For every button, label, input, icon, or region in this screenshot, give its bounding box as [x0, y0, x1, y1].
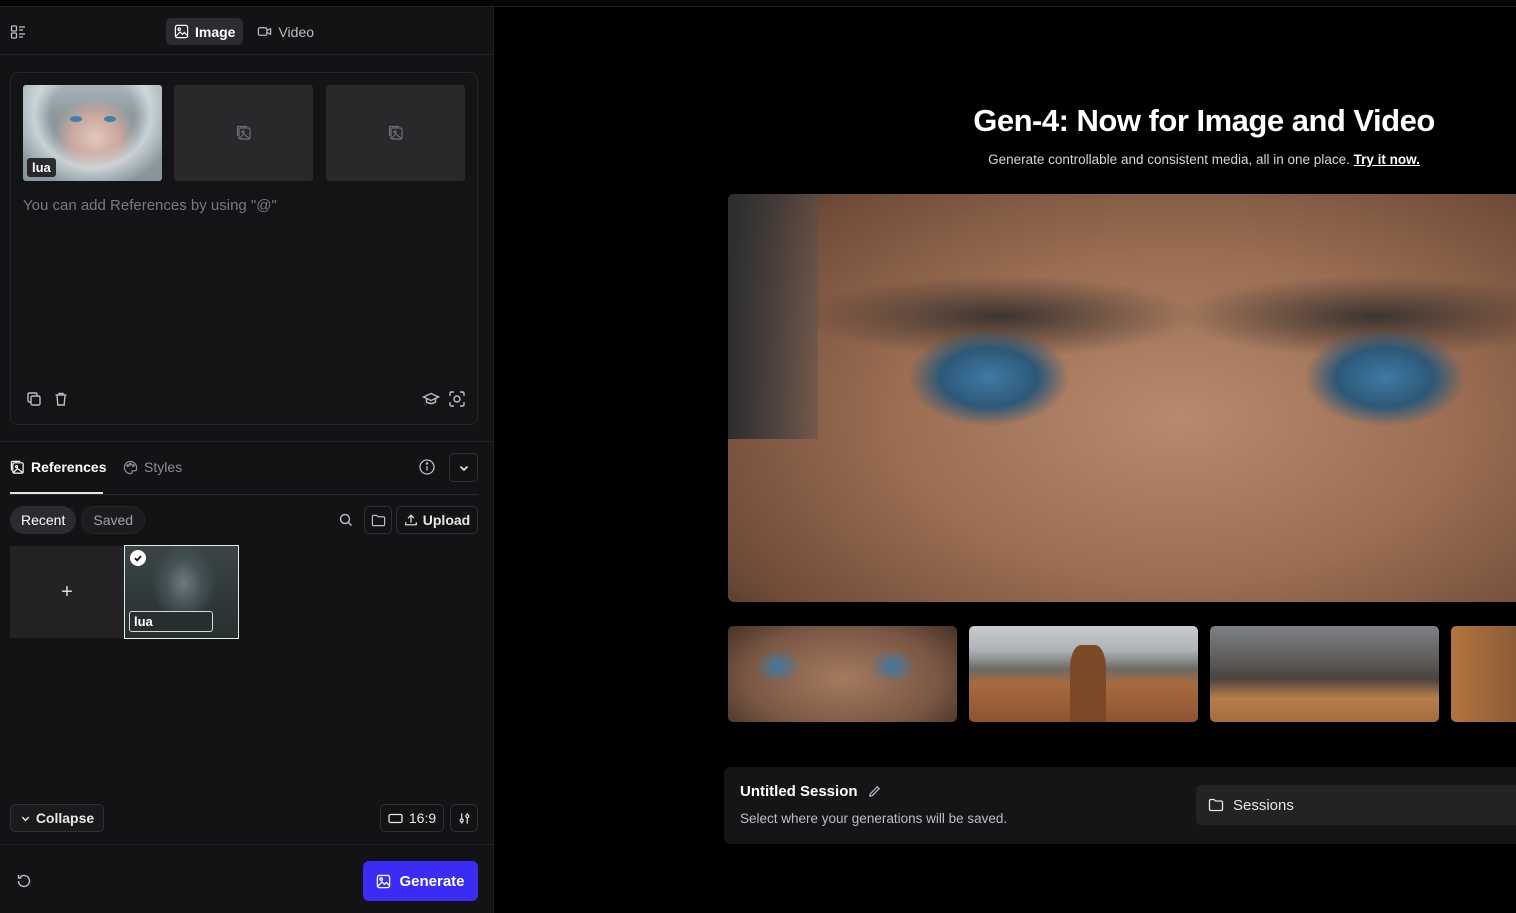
- reset-icon[interactable]: [15, 872, 33, 890]
- copy-icon[interactable]: [25, 390, 43, 408]
- try-it-now-link[interactable]: Try it now.: [1354, 152, 1420, 167]
- gallery-thumbnail[interactable]: [728, 626, 957, 722]
- hero-hair: [728, 194, 818, 439]
- reference-tag: lua: [27, 158, 56, 177]
- references-icon: [10, 460, 24, 474]
- hero-title: Gen-4: Now for Image and Video: [973, 103, 1435, 138]
- generate-button[interactable]: Generate: [363, 861, 478, 901]
- video-icon: [258, 27, 272, 36]
- upload-label: Upload: [422, 512, 471, 528]
- tab-references[interactable]: References: [10, 459, 107, 475]
- empty-reference-slot[interactable]: [174, 85, 313, 181]
- gallery-thumbnail[interactable]: [1451, 626, 1516, 722]
- prompt-input[interactable]: You can add References by using "@": [23, 197, 277, 214]
- focus-icon[interactable]: [448, 390, 466, 408]
- graduation-cap-icon[interactable]: [422, 390, 440, 408]
- filter-saved[interactable]: Saved: [81, 506, 146, 534]
- selected-reference-tile[interactable]: [124, 545, 239, 639]
- hero-image[interactable]: [728, 194, 1516, 602]
- tab-references-label: References: [31, 459, 107, 475]
- session-subtitle: Select where your generations will be sa…: [740, 811, 1008, 826]
- hero-subtitle: Generate controllable and consistent med…: [495, 152, 1516, 167]
- layout-icon[interactable]: [10, 24, 26, 40]
- image-icon: [174, 24, 189, 39]
- pencil-icon[interactable]: [867, 784, 882, 799]
- portrait-eye: [70, 116, 82, 122]
- portrait-eye: [104, 116, 116, 122]
- footer-divider: [0, 844, 494, 845]
- info-icon[interactable]: [418, 458, 436, 476]
- image-icon: [377, 874, 391, 888]
- tab-styles-label: Styles: [144, 459, 183, 475]
- figure-silhouette: [1069, 645, 1107, 722]
- plus-icon: +: [61, 580, 73, 603]
- mode-tabs: Image Video: [166, 18, 322, 45]
- sessions-label: Sessions: [1233, 796, 1294, 814]
- expand-references-button[interactable]: [449, 453, 478, 482]
- main-area: Gen-4: Now for Image and Video Generate …: [495, 8, 1516, 913]
- sliders-icon: [459, 812, 469, 824]
- folder-icon: [371, 514, 385, 526]
- folder-button[interactable]: [364, 506, 392, 534]
- sessions-button[interactable]: Sessions: [1196, 785, 1516, 825]
- tab-image-label: Image: [195, 23, 236, 40]
- session-title-text: Untitled Session: [740, 783, 858, 800]
- collapse-button[interactable]: Collapse: [10, 804, 104, 832]
- settings-button[interactable]: [450, 804, 478, 832]
- palette-icon: [123, 460, 138, 474]
- prompt-card[interactable]: lua You can add References by using "@": [10, 72, 478, 425]
- trash-icon[interactable]: [52, 390, 70, 408]
- checkmark-icon[interactable]: [130, 550, 146, 566]
- upload-icon: [404, 514, 417, 526]
- aspect-ratio-label: 16:9: [408, 810, 437, 826]
- hero-subtitle-text: Generate controllable and consistent med…: [988, 152, 1350, 167]
- aspect-ratio-button[interactable]: 16:9: [380, 804, 444, 832]
- upload-button[interactable]: Upload: [396, 506, 478, 534]
- left-panel: Image Video lua You can add References b…: [0, 7, 494, 913]
- session-title[interactable]: Untitled Session: [740, 783, 882, 800]
- reference-tag-input[interactable]: [129, 611, 213, 632]
- top-bar: [0, 0, 1516, 7]
- empty-reference-slot[interactable]: [326, 85, 465, 181]
- panel-header: Image Video: [0, 7, 494, 55]
- tab-video-label: Video: [278, 23, 315, 40]
- reference-thumbnail[interactable]: lua: [23, 85, 162, 181]
- collapse-label: Collapse: [35, 810, 95, 826]
- tab-image[interactable]: Image: [166, 18, 244, 45]
- add-image-icon: [236, 125, 251, 140]
- divider: [10, 494, 478, 495]
- add-reference-tile[interactable]: +: [10, 546, 124, 638]
- add-image-icon: [388, 125, 403, 140]
- gallery-thumbnail[interactable]: [969, 626, 1198, 722]
- tab-styles[interactable]: Styles: [123, 459, 182, 475]
- filter-recent[interactable]: Recent: [10, 506, 77, 534]
- generate-label: Generate: [399, 872, 465, 890]
- chevron-down-icon: [459, 465, 468, 471]
- tab-video[interactable]: Video: [249, 18, 322, 45]
- aspect-ratio-icon: [388, 813, 403, 823]
- reference-filters: Recent Saved: [10, 506, 146, 534]
- references-header: References Styles: [0, 441, 494, 495]
- session-card: Untitled Session Select where your gener…: [724, 767, 1516, 844]
- search-icon[interactable]: [337, 511, 355, 529]
- chevron-down-icon: [21, 816, 30, 821]
- gallery-thumbnail[interactable]: [1210, 626, 1439, 722]
- folder-icon: [1208, 798, 1224, 812]
